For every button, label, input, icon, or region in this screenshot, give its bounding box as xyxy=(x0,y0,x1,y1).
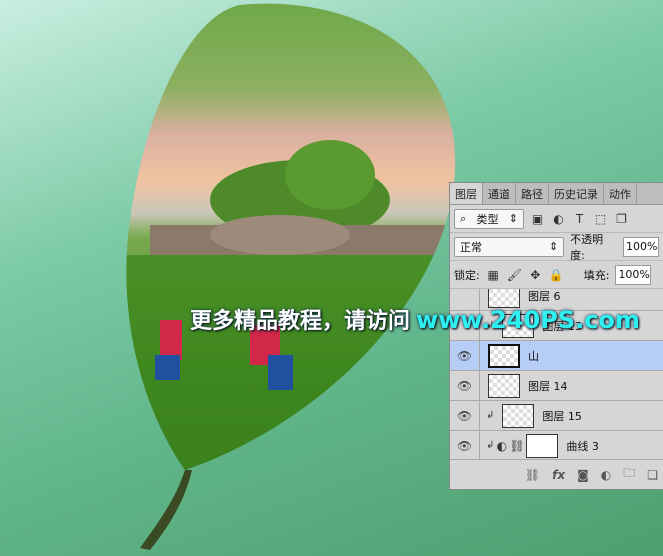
blend-row: 正常 ⇕ 不透明度: 100% xyxy=(450,232,663,262)
tab-paths[interactable]: 路径 xyxy=(516,183,549,204)
watermark: 更多精品教程，请访问 www.240PS.com xyxy=(190,303,640,335)
layer-row[interactable]: 👁 图层 14 xyxy=(450,371,663,401)
adjustment-filter-icon[interactable]: ◐ xyxy=(551,212,566,226)
adjustment-icon: ◐ xyxy=(496,438,508,453)
layer-row[interactable]: 👁 ↲ 图层 15 xyxy=(450,401,663,431)
fill-input[interactable]: 100% xyxy=(615,264,652,285)
layer-name: 曲线 3 xyxy=(566,439,599,453)
smart-object-filter-icon[interactable]: ❐ xyxy=(614,212,629,226)
shape-filter-icon[interactable]: ⬚ xyxy=(593,212,608,226)
tab-actions[interactable]: 动作 xyxy=(604,183,637,204)
updown-icon: ⇕ xyxy=(508,212,518,225)
blend-mode-select[interactable]: 正常 ⇕ xyxy=(454,236,565,257)
tab-layers[interactable]: 图层 xyxy=(450,183,483,204)
type-filter-icon[interactable]: T xyxy=(572,212,587,226)
move-icon[interactable]: ✥ xyxy=(528,268,543,282)
link-layers-icon[interactable]: ⛓ xyxy=(525,468,540,482)
filter-kind-label: 类型 xyxy=(476,212,499,226)
opacity-input[interactable]: 100% xyxy=(623,236,659,257)
watermark-url: www.240PS.com xyxy=(416,306,640,334)
link-icon: ⛓ xyxy=(509,438,525,453)
layer-row[interactable]: 👁 ↲ ◐ ⛓ 曲线 3 xyxy=(450,431,663,459)
clip-arrow-icon: ↲ xyxy=(486,410,495,421)
leaf-stem xyxy=(140,470,192,550)
fill-label: 填充: xyxy=(583,268,610,282)
layer-row-selected[interactable]: 👁 山 xyxy=(450,341,663,371)
filter-kind-select[interactable]: ⌕ 类型 ⇕ xyxy=(454,208,524,229)
new-adjustment-icon[interactable]: ◐ xyxy=(601,468,611,482)
panel-tabs: 图层 通道 路径 历史记录 动作 xyxy=(450,183,663,205)
lock-transparency-icon[interactable]: ▦ xyxy=(486,268,501,282)
layer-thumbnail xyxy=(502,403,535,428)
filter-row: ⌕ 类型 ⇕ ▣ ◐ T ⬚ ❐ xyxy=(450,205,663,233)
eye-icon[interactable]: 👁 xyxy=(450,431,480,459)
lock-row: 锁定: ▦ 🖌 ✥ 🔒 填充: 100% xyxy=(450,261,663,289)
layer-name: 图层 6 xyxy=(528,289,561,303)
tab-history[interactable]: 历史记录 xyxy=(549,183,604,204)
eye-icon[interactable]: 👁 xyxy=(450,371,480,400)
layer-name: 山 xyxy=(528,349,539,363)
layer-name: 图层 14 xyxy=(528,379,568,393)
blend-mode-value: 正常 xyxy=(460,240,482,254)
clip-arrow-icon: ↲ xyxy=(486,440,495,451)
layers-panel: 图层 通道 路径 历史记录 动作 ⌕ 类型 ⇕ ▣ ◐ T ⬚ ❐ 正常 ⇕ 不透明度… xyxy=(449,182,663,490)
layer-name: 图层 15 xyxy=(542,409,582,423)
eye-icon[interactable]: 👁 xyxy=(450,401,480,430)
updown-icon: ⇕ xyxy=(548,240,559,253)
add-mask-icon[interactable]: ◙ xyxy=(577,468,589,482)
watermark-text: 更多精品教程，请访问 xyxy=(190,309,411,334)
image-filter-icon[interactable]: ▣ xyxy=(530,212,545,226)
eye-icon[interactable]: 👁 xyxy=(450,341,480,370)
layer-thumbnail xyxy=(488,373,520,398)
search-icon: ⌕ xyxy=(460,211,467,225)
fx-icon[interactable]: fx xyxy=(552,468,565,482)
lock-label: 锁定: xyxy=(454,268,480,282)
panel-footer: ⛓ fx ◙ ◐ 🗀 ❏ xyxy=(450,459,663,489)
mask-thumbnail xyxy=(526,433,559,458)
layer-thumbnail xyxy=(488,343,520,368)
new-group-icon[interactable]: 🗀 xyxy=(623,464,635,485)
brush-icon[interactable]: 🖌 xyxy=(507,268,522,282)
new-layer-icon[interactable]: ❏ xyxy=(647,468,658,482)
opacity-label: 不透明度: xyxy=(570,232,604,262)
lock-icon[interactable]: 🔒 xyxy=(549,268,564,282)
tab-channels[interactable]: 通道 xyxy=(483,183,516,204)
